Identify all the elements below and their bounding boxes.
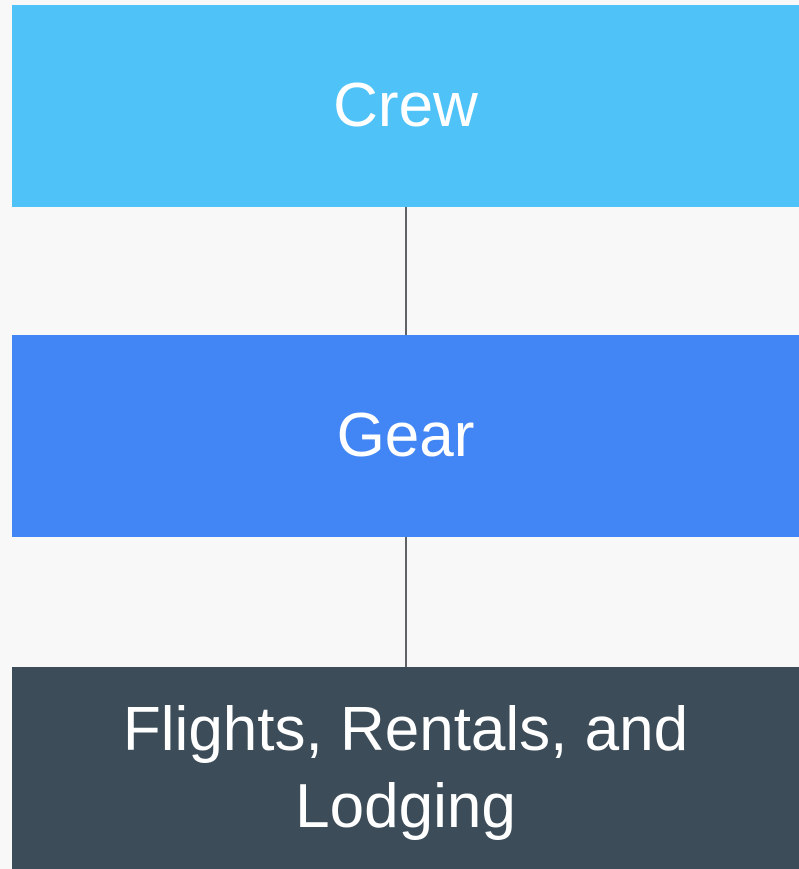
gear-node-label: Gear — [336, 401, 475, 471]
crew-node-label: Crew — [333, 71, 478, 141]
crew-node: Crew — [12, 5, 799, 207]
gear-to-flights-connector — [405, 537, 407, 667]
crew-to-gear-connector — [405, 207, 407, 335]
stacked-flow-diagram: Crew Gear Flights, Rentals, and Lodging — [0, 0, 799, 869]
flights-rentals-lodging-node: Flights, Rentals, and Lodging — [12, 667, 799, 869]
gear-node: Gear — [12, 335, 799, 537]
flights-rentals-lodging-node-label: Flights, Rentals, and Lodging — [122, 694, 689, 842]
